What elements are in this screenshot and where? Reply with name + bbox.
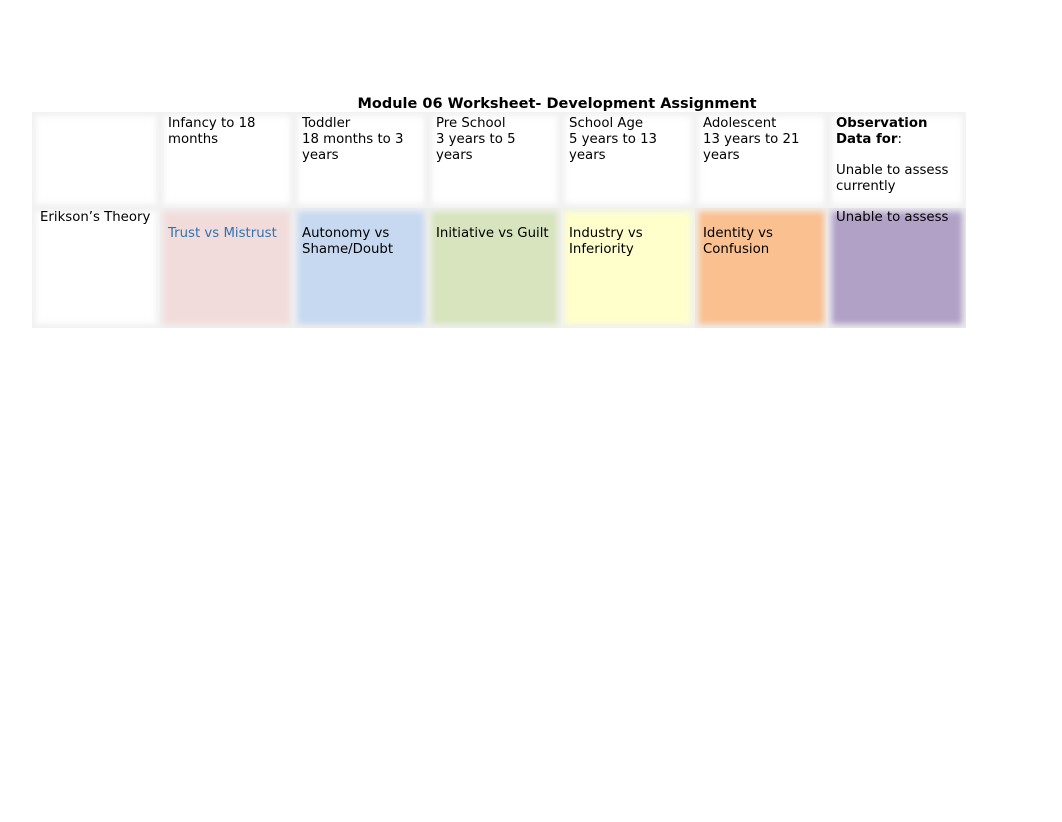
- header-toddler: Toddler 18 months to 3 years: [294, 112, 428, 208]
- stage-text: Initiative vs Guilt: [436, 226, 549, 241]
- header-label: Pre School: [436, 116, 506, 131]
- stage-text-cont: Shame/Doubt: [302, 242, 394, 257]
- header-age-range-cont: years: [703, 148, 740, 163]
- header-age-range-cont: years: [569, 148, 606, 163]
- header-label: Infancy to 18: [168, 116, 256, 131]
- development-table: Infancy to 18 months Toddler 18 months t…: [32, 112, 966, 328]
- observation-note: Unable to assess: [836, 163, 949, 178]
- stage-text-cont: Inferiority: [569, 242, 634, 257]
- header-age-range: 3 years to 5: [436, 132, 516, 147]
- erikson-adolescent: Identity vs Confusion: [695, 208, 828, 328]
- erikson-preschool: Initiative vs Guilt: [428, 208, 561, 328]
- stage-text: Industry vs: [569, 226, 643, 241]
- header-label: Adolescent: [703, 116, 777, 131]
- observation-note-cont: currently: [836, 179, 896, 194]
- erikson-observation: Unable to assess: [828, 208, 966, 328]
- page-title: Module 06 Worksheet- Development Assignm…: [357, 96, 757, 112]
- header-label-cont: Data for: [836, 132, 898, 147]
- erikson-toddler: Autonomy vs Shame/Doubt: [294, 208, 428, 328]
- header-age-range: months: [168, 132, 219, 147]
- header-preschool: Pre School 3 years to 5 years: [428, 112, 561, 208]
- header-blank-cell: [32, 112, 160, 208]
- header-colon: :: [897, 132, 902, 147]
- header-label: School Age: [569, 116, 644, 131]
- row-label-erikson: Erikson’s Theory: [32, 208, 160, 328]
- header-school-age: School Age 5 years to 13 years: [561, 112, 695, 208]
- header-age-range-cont: years: [302, 148, 339, 163]
- header-infancy: Infancy to 18 months: [160, 112, 294, 208]
- stage-text: Trust vs Mistrust: [168, 226, 277, 241]
- stage-text: Identity vs: [703, 226, 773, 241]
- header-age-range: 18 months to 3: [302, 132, 404, 147]
- header-age-range-cont: years: [436, 148, 473, 163]
- observation-text: Unable to assess: [836, 210, 949, 225]
- header-adolescent: Adolescent 13 years to 21 years: [695, 112, 828, 208]
- header-label: Toddler: [302, 116, 351, 131]
- erikson-school-age: Industry vs Inferiority: [561, 208, 695, 328]
- header-label: Observation: [836, 116, 928, 131]
- header-age-range: 13 years to 21: [703, 132, 800, 147]
- stage-text-cont: Confusion: [703, 242, 770, 257]
- header-observation: Observation Data for: Unable to assess c…: [828, 112, 966, 208]
- erikson-infancy: Trust vs Mistrust: [160, 208, 294, 328]
- stage-text: Autonomy vs: [302, 226, 390, 241]
- row-label: Erikson’s Theory: [40, 210, 151, 225]
- header-age-range: 5 years to 13: [569, 132, 658, 147]
